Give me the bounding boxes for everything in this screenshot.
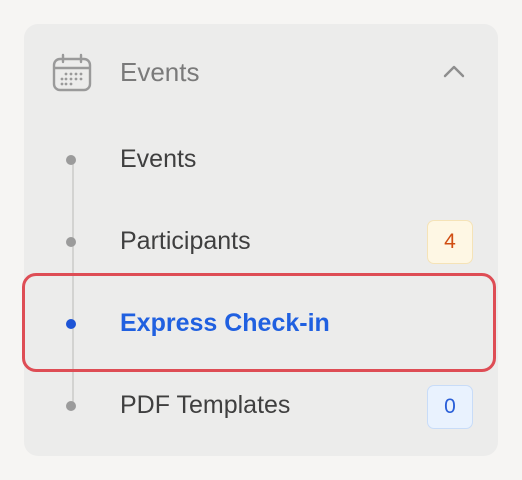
- events-group-label: Events: [120, 57, 200, 87]
- pdf-templates-count-badge: 0: [427, 385, 473, 429]
- bullet-dot: [66, 401, 76, 411]
- sidebar-item-events[interactable]: Events: [24, 120, 498, 200]
- chevron-up-icon[interactable]: [442, 62, 466, 80]
- sidebar-item-label: PDF Templates: [120, 391, 291, 419]
- sidebar-item-label: Express Check-in: [120, 309, 330, 337]
- events-group-toggle[interactable]: Events: [24, 24, 498, 120]
- sidebar-item-label: Participants: [120, 227, 251, 255]
- bullet-dot-active: [66, 319, 76, 329]
- sidebar-events-section: Events Events Participants 4 Express Che…: [24, 24, 498, 456]
- calendar-icon: [52, 53, 92, 92]
- participants-count-badge: 4: [427, 220, 473, 264]
- bullet-dot: [66, 155, 76, 165]
- bullet-dot: [66, 237, 76, 247]
- sidebar-item-label: Events: [120, 145, 197, 173]
- sidebar-item-pdf-templates[interactable]: PDF Templates 0: [24, 366, 498, 446]
- sidebar-item-express-check-in[interactable]: Express Check-in: [24, 284, 498, 364]
- sidebar-item-participants[interactable]: Participants 4: [24, 202, 498, 282]
